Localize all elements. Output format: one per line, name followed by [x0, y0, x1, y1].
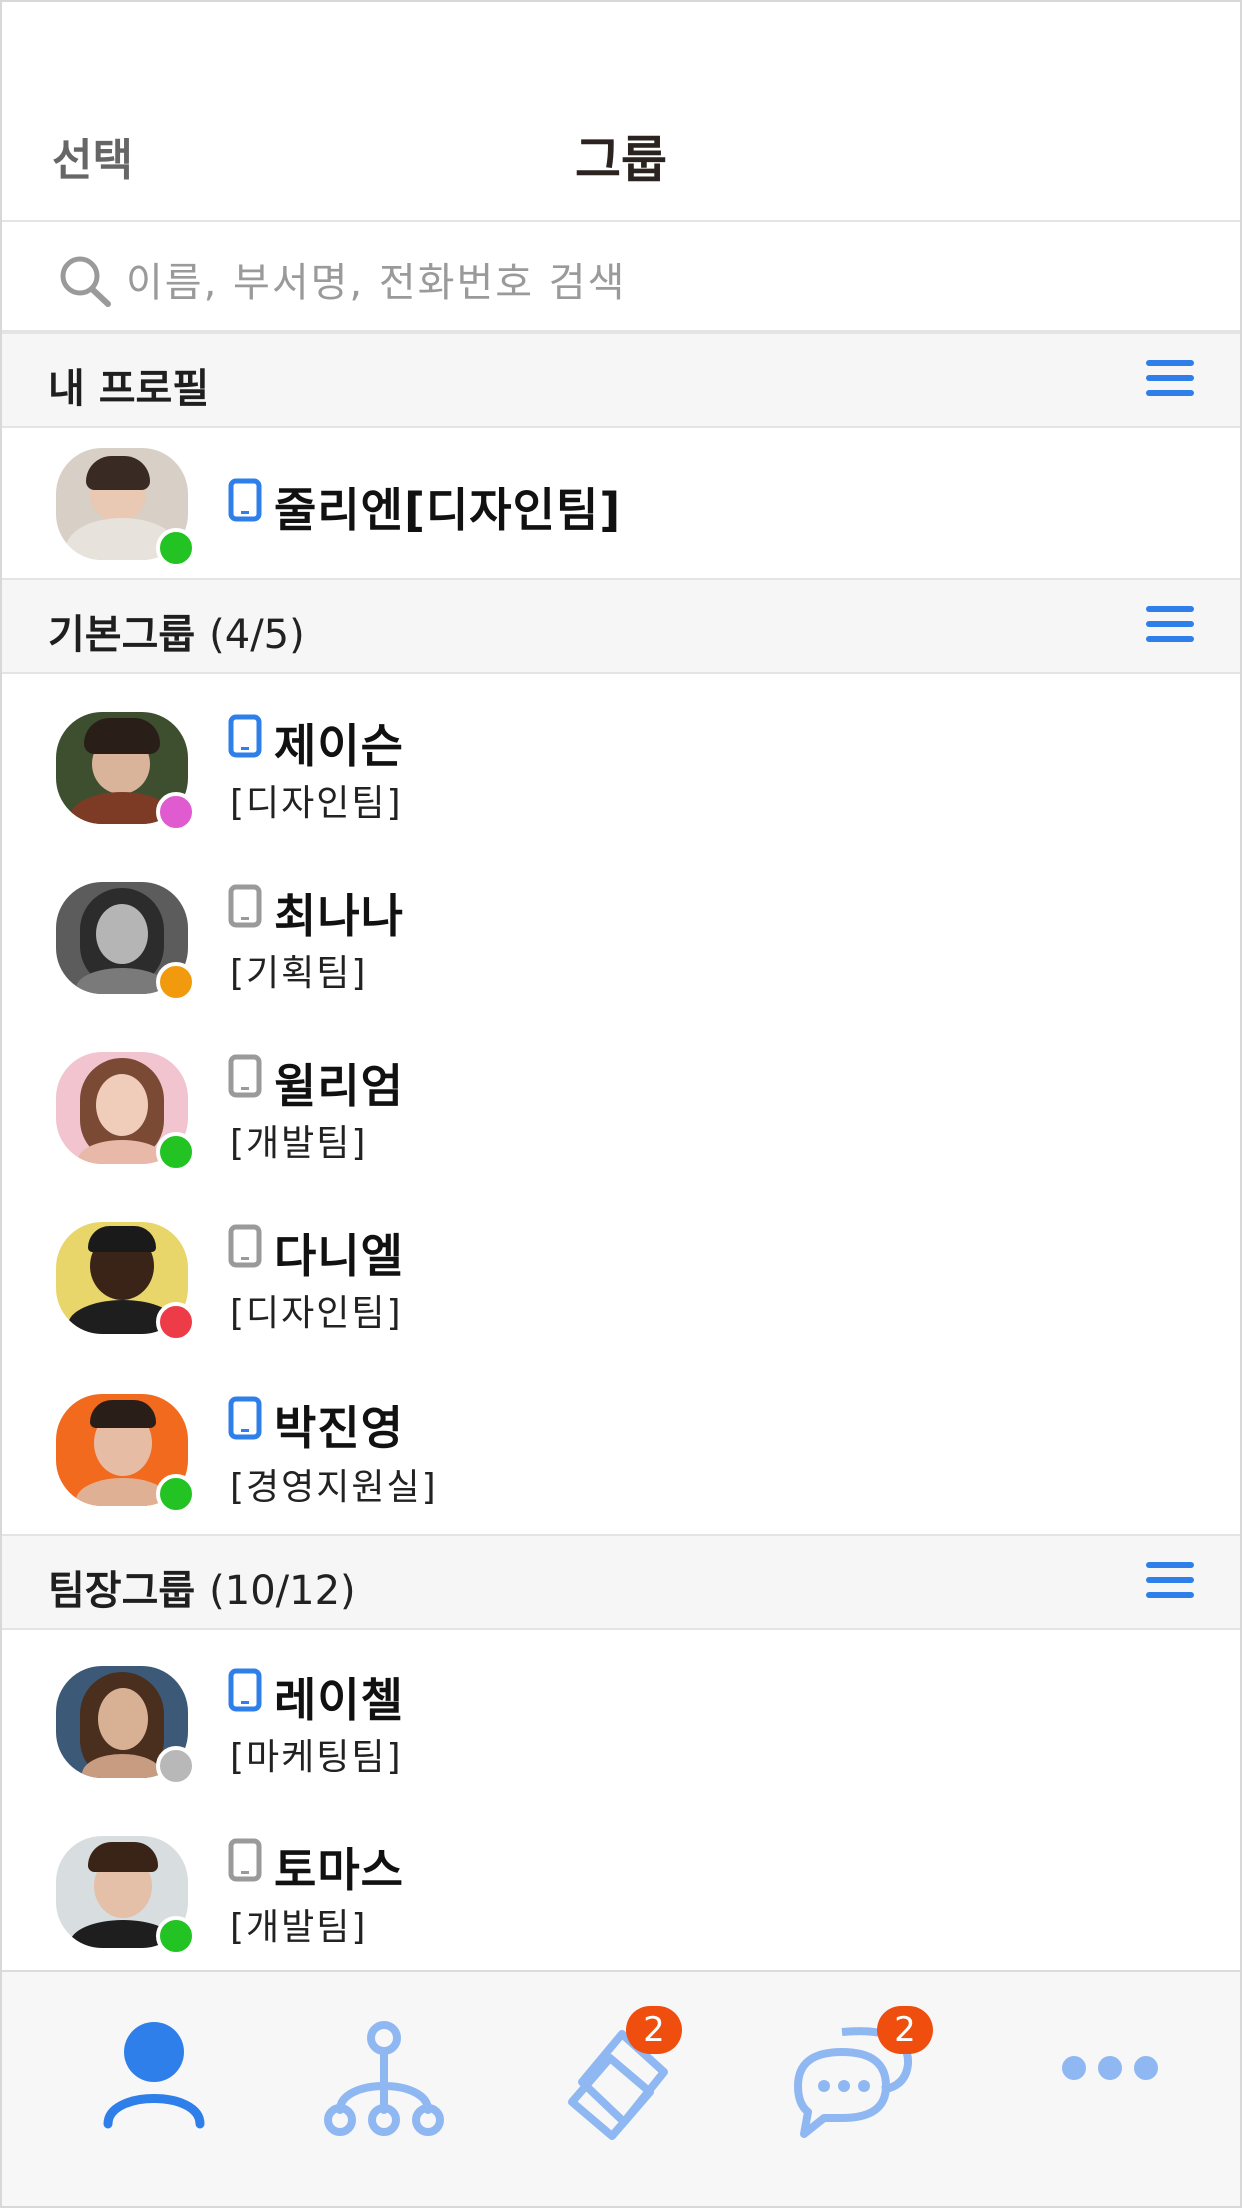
contact-name: 제이슨 [274, 719, 404, 773]
mobile-icon [228, 1668, 262, 1712]
section-basic-group: 기본그룹 (4/5) [2, 578, 1240, 674]
status-dot [156, 962, 196, 1002]
mobile-icon [228, 1838, 262, 1882]
hamburger-menu-icon[interactable] [1146, 1562, 1194, 1606]
search-input[interactable]: 이름, 부서명, 전화번호 검색 [126, 250, 626, 308]
section-label: 내 프로필 [48, 366, 210, 412]
section-my-profile: 내 프로필 [2, 332, 1240, 428]
status-dot [156, 1916, 196, 1956]
contact-department: [경영지원실] [230, 1467, 438, 1508]
contact-name: 윌리엄 [274, 1059, 404, 1113]
section-leader-group: 팀장그룹 (10/12) [2, 1534, 1240, 1630]
list-item[interactable]: 다니엘 [디자인팀] [2, 1184, 1240, 1354]
status-dot [156, 1474, 196, 1514]
contact-department: [개발팀] [230, 1123, 368, 1164]
bottom-tab-bar: 2 2 [2, 1970, 1240, 2206]
mobile-icon [228, 714, 262, 758]
contact-department: [개발팀] [230, 1907, 368, 1948]
contact-name: 최나나 [274, 889, 404, 943]
contact-department: [디자인팀] [230, 1293, 403, 1334]
org-chart-icon[interactable] [314, 2012, 454, 2142]
page-title: 그룹 [575, 131, 667, 189]
contact-department: [기획팀] [230, 953, 368, 994]
contact-department: [디자인팀] [230, 783, 403, 824]
search-bar[interactable]: 이름, 부서명, 전화번호 검색 [2, 222, 1240, 332]
status-dot [156, 1302, 196, 1342]
app-frame: 선택 그룹 이름, 부서명, 전화번호 검색 내 프로필 줄리엔[디자인팀] 기… [0, 0, 1242, 2208]
contact-name: 레이첼 [274, 1673, 404, 1727]
more-icon[interactable] [1040, 2012, 1180, 2142]
list-item[interactable]: 레이첼 [마케팅팀] [2, 1630, 1240, 1800]
my-profile-row[interactable]: 줄리엔[디자인팀] [2, 428, 1240, 578]
notes-badge: 2 [626, 2006, 682, 2054]
contact-name: 줄리엔[디자인팀] [274, 483, 622, 537]
nav-header: 선택 그룹 [2, 2, 1240, 222]
list-item[interactable]: 박진영 [경영지원실] [2, 1354, 1240, 1534]
chat-badge: 2 [877, 2006, 933, 2054]
section-label: 팀장그룹 (10/12) [48, 1568, 356, 1614]
section-label: 기본그룹 (4/5) [48, 612, 305, 658]
search-icon [60, 256, 111, 307]
mobile-icon [228, 884, 262, 928]
mobile-icon [228, 1054, 262, 1098]
contact-name: 박진영 [274, 1401, 404, 1455]
list-item[interactable]: 토마스 [개발팀] [2, 1800, 1240, 1970]
person-icon[interactable] [84, 2012, 224, 2142]
mobile-icon [228, 1396, 262, 1440]
status-dot [156, 1132, 196, 1172]
status-dot [156, 528, 196, 568]
contact-name: 토마스 [274, 1843, 404, 1897]
mobile-icon [228, 1224, 262, 1268]
hamburger-menu-icon[interactable] [1146, 360, 1194, 404]
status-dot [156, 792, 196, 832]
hamburger-menu-icon[interactable] [1146, 606, 1194, 650]
list-item[interactable]: 제이슨 [디자인팀] [2, 674, 1240, 844]
list-item[interactable]: 윌리엄 [개발팀] [2, 1014, 1240, 1184]
status-dot [156, 1746, 196, 1786]
mobile-icon [228, 478, 262, 522]
contact-department: [마케팅팀] [230, 1737, 403, 1778]
list-item[interactable]: 최나나 [기획팀] [2, 844, 1240, 1014]
contact-name: 다니엘 [274, 1229, 404, 1283]
